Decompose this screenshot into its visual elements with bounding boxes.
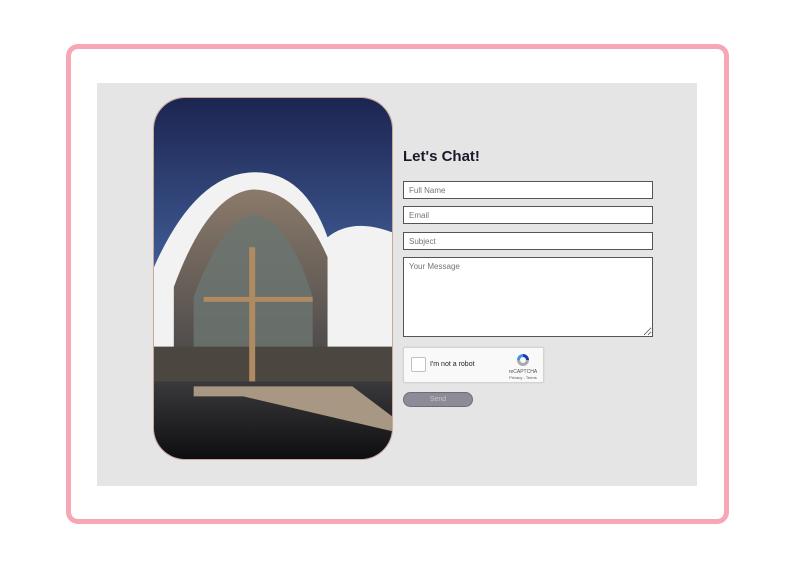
email-input[interactable]	[403, 206, 653, 224]
recaptcha-label: I'm not a robot	[430, 361, 475, 368]
recaptcha-widget: I'm not a robot reCAPTCHA Privacy - Term…	[403, 347, 544, 383]
subject-input[interactable]	[403, 232, 653, 250]
send-button[interactable]: Send	[403, 392, 473, 407]
full-name-input[interactable]	[403, 181, 653, 199]
recaptcha-terms-link[interactable]: Privacy - Terms	[504, 375, 542, 380]
chapel-photo	[153, 97, 393, 460]
message-textarea[interactable]	[403, 257, 653, 337]
recaptcha-icon	[517, 354, 529, 366]
recaptcha-checkbox[interactable]	[411, 357, 426, 372]
contact-heading: Let's Chat!	[403, 148, 480, 165]
